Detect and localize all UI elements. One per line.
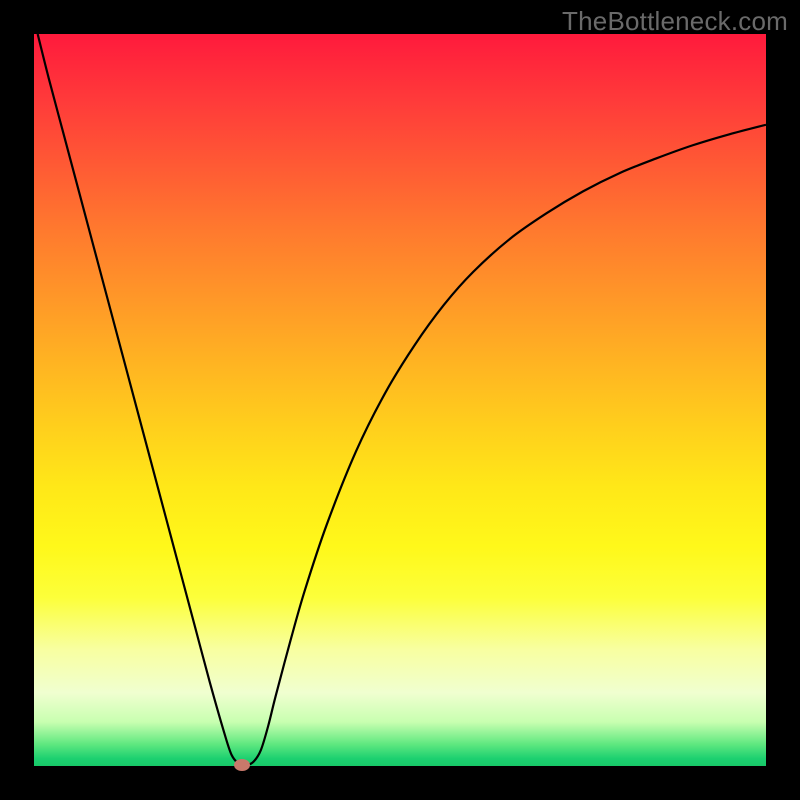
chart-frame: TheBottleneck.com <box>0 0 800 800</box>
watermark: TheBottleneck.com <box>562 6 788 37</box>
curve-layer <box>34 34 766 766</box>
optimal-point-marker <box>234 759 250 771</box>
bottleneck-curve <box>38 34 766 765</box>
